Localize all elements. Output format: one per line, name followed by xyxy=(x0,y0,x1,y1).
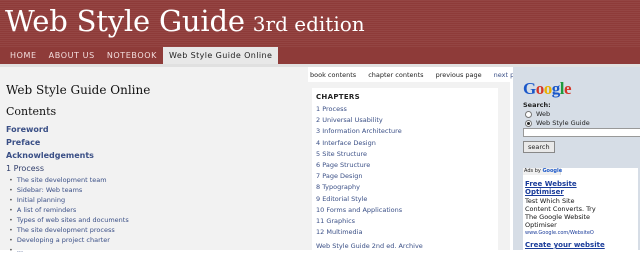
bullet-icon: • xyxy=(9,206,13,214)
site-title-edition: 3rd edition xyxy=(252,12,365,36)
chapter-link[interactable]: 9 Editorial Style xyxy=(316,194,402,205)
site-title[interactable]: Web Style Guide 3rd edition xyxy=(5,4,365,43)
bullet-icon: • xyxy=(9,246,13,254)
chapter-link[interactable]: 5 Site Structure xyxy=(316,149,402,160)
radio-button[interactable] xyxy=(525,110,532,118)
process-subsection-list: • The site development team • Sidebar: Web… xyxy=(9,175,129,255)
ad-text: The Google Website xyxy=(525,213,591,221)
tab-about-us[interactable]: ABOUT US xyxy=(43,47,101,64)
book-contents-link[interactable]: book contents xyxy=(310,71,356,79)
chapter-link[interactable]: 2 Universal Usability xyxy=(316,115,402,126)
chapter-contents-link[interactable]: chapter contents xyxy=(368,71,423,79)
google-logo[interactable]: Google xyxy=(523,79,572,99)
search-label: Search: xyxy=(523,101,551,109)
chapters-list: 1 Process 2 Universal Usability 3 Inform… xyxy=(316,104,402,238)
radio-button[interactable] xyxy=(525,119,532,127)
ad-url[interactable]: www.Google.com/WebsiteO xyxy=(525,230,594,236)
ad-block: Ads by Google Free Website Optimiser Tes… xyxy=(523,168,638,250)
site-title-main: Web Style Guide xyxy=(5,4,245,38)
chapter-heading-process[interactable]: 1 Process xyxy=(6,164,44,173)
ads-by-google-badge[interactable]: Ads by Google xyxy=(523,168,562,175)
main-nav: HOME ABOUT US NOTEBOOK Web Style Guide O… xyxy=(0,47,640,64)
right-sidebar: Google Search: Web Web Style Guide searc… xyxy=(513,67,640,250)
list-item[interactable]: • A list of reminders xyxy=(9,205,129,215)
bullet-icon: • xyxy=(9,196,13,204)
chapter-link[interactable]: 6 Page Structure xyxy=(316,160,402,171)
archive-link[interactable]: Web Style Guide 2nd ed. Archive xyxy=(316,242,423,250)
tab-notebook[interactable]: NOTEBOOK xyxy=(101,47,163,64)
radio-web-style-guide[interactable]: Web Style Guide xyxy=(525,119,590,127)
bullet-icon: • xyxy=(9,236,13,244)
page-title: Web Style Guide Online xyxy=(6,83,151,97)
chapter-link[interactable]: 7 Page Design xyxy=(316,171,402,182)
link-foreword[interactable]: Foreword xyxy=(6,125,49,134)
left-column: Web Style Guide Online Contents Foreword… xyxy=(0,67,308,254)
bullet-icon: • xyxy=(9,226,13,234)
bullet-icon: • xyxy=(9,186,13,194)
list-item[interactable]: • The site development process xyxy=(9,225,129,235)
chapter-link[interactable]: 12 Multimedia xyxy=(316,227,402,238)
search-input[interactable] xyxy=(523,128,640,137)
list-item[interactable]: • The site development team xyxy=(9,175,129,185)
list-item[interactable]: • Sidebar: Web teams xyxy=(9,185,129,195)
chapter-link[interactable]: 8 Typography xyxy=(316,182,402,193)
radio-web-label: Web xyxy=(536,110,551,118)
chapter-link[interactable]: 4 Interface Design xyxy=(316,138,402,149)
ad-title[interactable]: Free Website xyxy=(525,180,577,188)
ad-title-2[interactable]: Create your website xyxy=(525,241,605,249)
ad-text: Test Which Site xyxy=(525,197,575,205)
list-item[interactable]: • Developing a project charter xyxy=(9,235,129,245)
ad-text: Content Converts. Try xyxy=(525,205,596,213)
contents-heading: Contents xyxy=(6,105,57,118)
page-nav-links: book contents chapter contents previous … xyxy=(310,71,526,79)
bullet-icon: • xyxy=(9,216,13,224)
list-item[interactable]: • Initial planning xyxy=(9,195,129,205)
chapter-link[interactable]: 1 Process xyxy=(316,104,402,115)
ad-title-line2[interactable]: Optimiser xyxy=(525,188,564,196)
tab-web-style-guide-online[interactable]: Web Style Guide Online xyxy=(163,47,279,64)
radio-web[interactable]: Web xyxy=(525,110,550,118)
search-button[interactable]: search xyxy=(523,141,555,153)
chapter-link[interactable]: 11 Graphics xyxy=(316,216,402,227)
link-acknowledgements[interactable]: Acknowledgements xyxy=(6,151,94,160)
chapters-heading: CHAPTERS xyxy=(316,93,360,101)
bullet-icon: • xyxy=(9,176,13,184)
tab-home[interactable]: HOME xyxy=(4,47,43,64)
list-item[interactable]: •... xyxy=(9,245,129,255)
masthead: Web Style Guide 3rd edition xyxy=(0,0,640,47)
chapters-box: CHAPTERS 1 Process 2 Universal Usability… xyxy=(312,88,498,250)
previous-page-link[interactable]: previous page xyxy=(436,71,482,79)
radio-wsg-label: Web Style Guide xyxy=(536,119,590,127)
chapter-link[interactable]: 10 Forms and Applications xyxy=(316,205,402,216)
chapter-link[interactable]: 3 Information Architecture xyxy=(316,126,402,137)
link-preface[interactable]: Preface xyxy=(6,138,40,147)
list-item[interactable]: • Types of web sites and documents xyxy=(9,215,129,225)
ad-text: Optimiser xyxy=(525,221,557,229)
